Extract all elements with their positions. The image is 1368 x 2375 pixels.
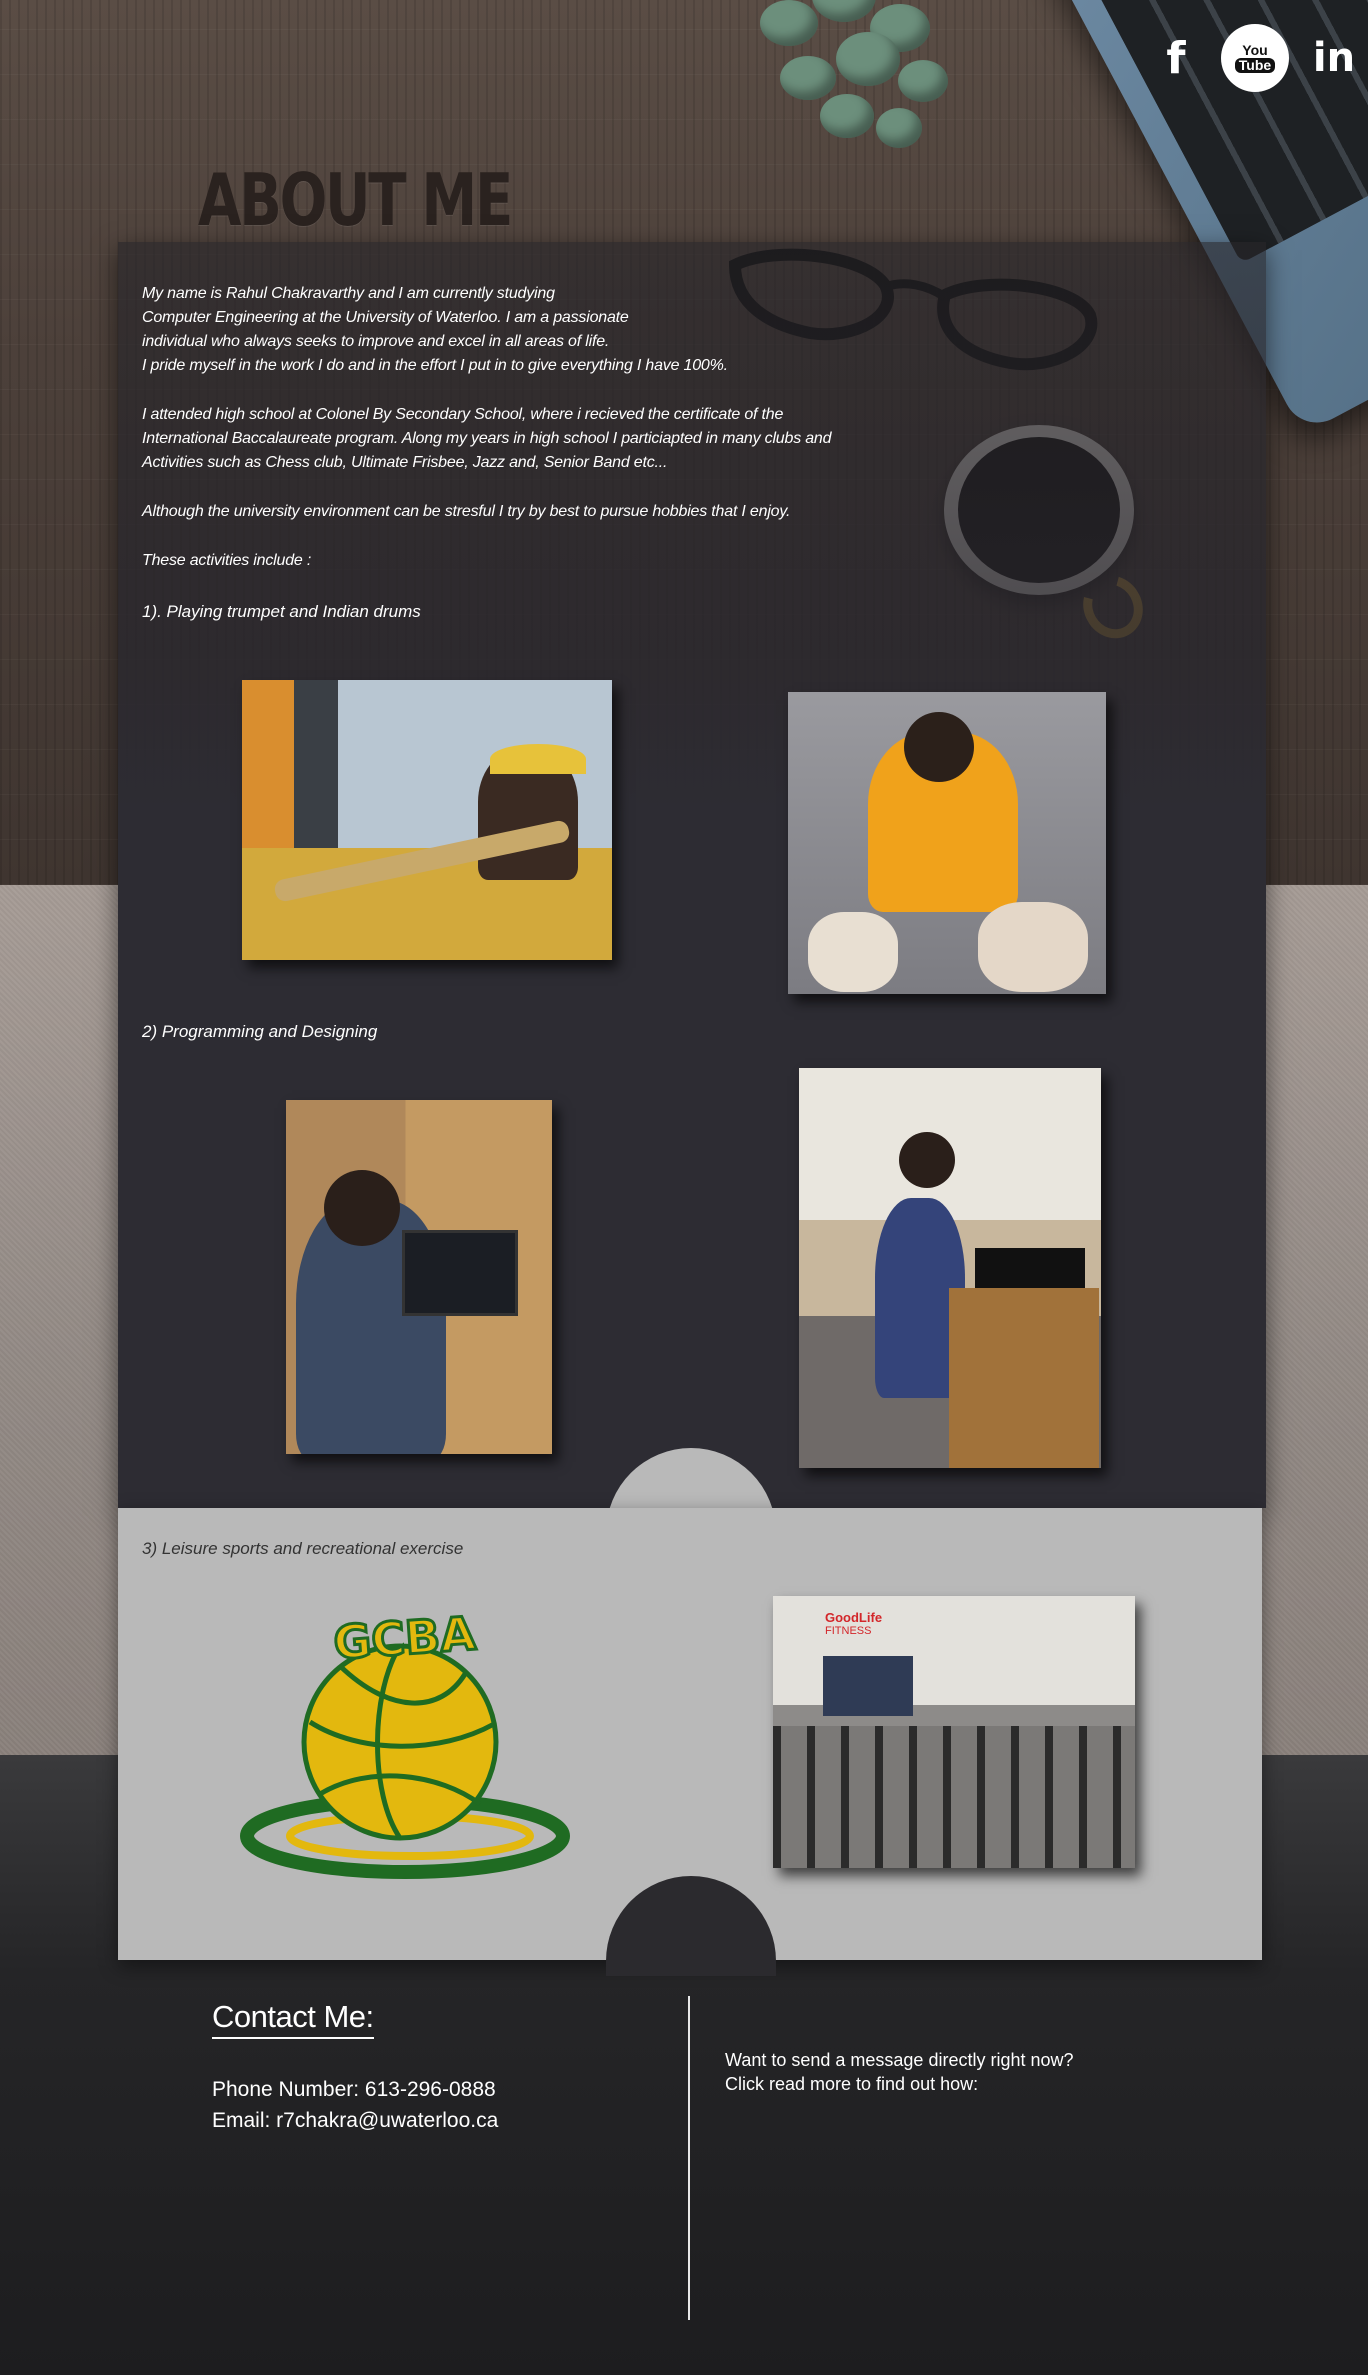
activities-intro: These activities include : <box>142 552 312 569</box>
gym-photo: GoodLife FITNESS <box>773 1596 1135 1868</box>
page-title: ABOUT ME <box>198 158 513 242</box>
programming-photo-2 <box>799 1068 1101 1468</box>
message-line-2: Click read more to find out how: <box>725 2074 979 2094</box>
linkedin-icon[interactable]: in <box>1303 27 1365 89</box>
social-links: f You Tube in <box>1145 24 1365 92</box>
gcba-logo-text: GCBA <box>332 1606 478 1670</box>
intro-line: My name is Rahul Chakravarthy and I am c… <box>142 285 555 302</box>
intro-line: Computer Engineering at the University o… <box>142 309 629 326</box>
gym-sign-line1: GoodLife <box>825 1610 883 1625</box>
contact-title: Contact Me: <box>212 1999 374 2039</box>
intro-line: individual who always seeks to improve a… <box>142 333 610 350</box>
message-prompt: Want to send a message directly right no… <box>725 2048 1074 2096</box>
intro-paragraph: My name is Rahul Chakravarthy and I am c… <box>142 282 922 378</box>
facebook-icon[interactable]: f <box>1145 27 1207 89</box>
plant-decoration <box>720 0 980 160</box>
bio-text: My name is Rahul Chakravarthy and I am c… <box>142 282 922 598</box>
activity-3-label: 3) Leisure sports and recreational exerc… <box>142 1539 464 1558</box>
hobbies-paragraph: Although the university environment can … <box>142 503 791 520</box>
contact-phone: Phone Number: 613-296-0888 <box>212 2078 496 2101</box>
school-paragraph: I attended high school at Colonel By Sec… <box>142 403 922 475</box>
school-line: I attended high school at Colonel By Sec… <box>142 406 784 423</box>
footer-divider <box>688 1996 690 2320</box>
school-line: International Baccalaureate program. Alo… <box>142 430 832 447</box>
activity-2-label: 2) Programming and Designing <box>142 1022 378 1041</box>
school-line: Activities such as Chess club, Ultimate … <box>142 454 668 471</box>
contact-email[interactable]: Email: r7chakra@uwaterloo.ca <box>212 2109 498 2133</box>
youtube-icon[interactable]: You Tube <box>1221 24 1289 92</box>
programming-photo-1 <box>286 1100 552 1454</box>
youtube-icon-bottom: Tube <box>1234 58 1276 73</box>
youtube-icon-top: You <box>1242 42 1268 58</box>
tabla-photo <box>788 692 1106 994</box>
gym-sign-line2: FITNESS <box>825 1625 872 1637</box>
message-line-1: Want to send a message directly right no… <box>725 2050 1074 2070</box>
gcba-logo: GCBA <box>240 1605 570 1879</box>
intro-line: I pride myself in the work I do and in t… <box>142 357 728 374</box>
activity-1-label: 1). Playing trumpet and Indian drums <box>142 602 421 621</box>
trumpet-photo <box>242 680 612 960</box>
gym-sign: GoodLife FITNESS <box>825 1610 895 1637</box>
